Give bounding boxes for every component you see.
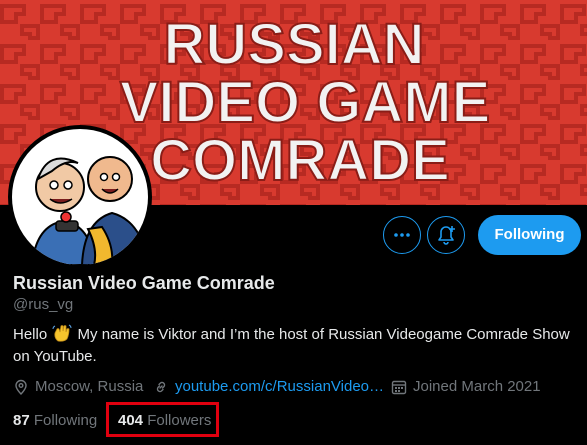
more-dots-icon bbox=[394, 233, 410, 237]
waving-hand-icon bbox=[52, 324, 72, 342]
profile-avatar[interactable] bbox=[8, 125, 152, 269]
bio-text: My name is Viktor and I’m the host of Ru… bbox=[13, 326, 570, 365]
avatar-cartoon-icon bbox=[12, 129, 148, 265]
following-button[interactable]: Following bbox=[478, 215, 581, 255]
following-count: 87 bbox=[13, 412, 30, 429]
location-pin-icon bbox=[15, 379, 27, 395]
banner-title-line-1: RUSSIAN bbox=[163, 12, 424, 77]
profile-bio: Hello My name is Viktor and I’m the host… bbox=[13, 324, 573, 368]
bio-greeting: Hello bbox=[13, 326, 48, 343]
link-icon bbox=[156, 381, 166, 393]
more-options-button[interactable] bbox=[383, 216, 421, 254]
notifications-button[interactable] bbox=[427, 216, 465, 254]
banner-title-line-2: VIDEO GAME bbox=[120, 70, 491, 135]
profile-name: Russian Video Game Comrade bbox=[13, 273, 275, 293]
profile-handle: @rus_vg bbox=[13, 296, 74, 313]
following-count-link[interactable]: 87 Following bbox=[13, 409, 97, 433]
website-link[interactable]: youtube.com/c/RussianVideo… bbox=[175, 376, 384, 398]
location-text: Moscow, Russia bbox=[35, 378, 144, 395]
calendar-icon bbox=[391, 380, 407, 395]
banner-title-line-3: COMRADE bbox=[150, 128, 450, 193]
bell-plus-icon bbox=[438, 226, 455, 245]
followers-highlight-box bbox=[106, 402, 219, 437]
joined-text: Joined March 2021 bbox=[413, 378, 541, 395]
following-label: Following bbox=[33, 412, 98, 429]
